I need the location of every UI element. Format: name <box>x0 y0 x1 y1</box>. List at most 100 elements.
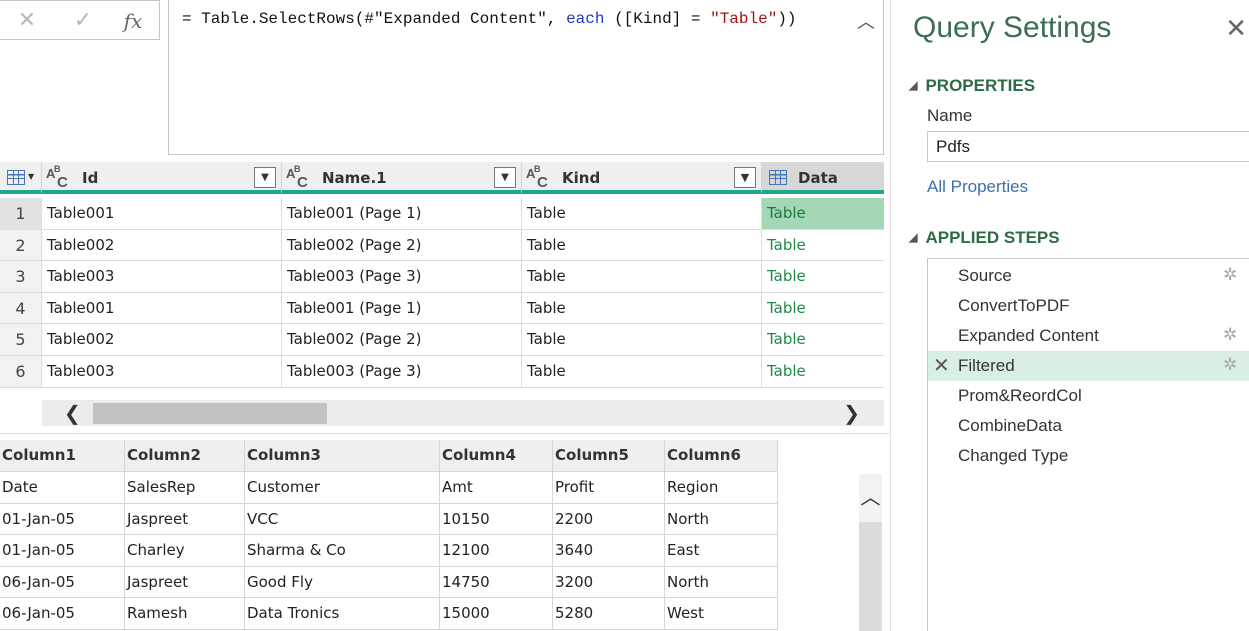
collapse-triangle-icon: ◢ <box>909 80 918 92</box>
preview-cell: VCC <box>245 503 440 536</box>
preview-cell: Profit <box>553 472 665 504</box>
query-name-input[interactable] <box>927 131 1249 162</box>
column-header-kind[interactable]: ABC Kind ▼ <box>522 162 762 194</box>
cell-data-link[interactable]: Table <box>762 293 884 325</box>
cell-name: Table003 (Page 3) <box>282 261 522 293</box>
table-row[interactable]: 4 Table001 Table001 (Page 1) Table Table <box>0 292 884 325</box>
row-number: 3 <box>0 261 42 293</box>
formula-editor[interactable]: = Table.SelectRows(#"Expanded Content", … <box>168 0 884 155</box>
row-number: 4 <box>0 292 42 325</box>
formula-mid: ([Kind] = <box>604 10 711 28</box>
row-number: 6 <box>0 356 42 388</box>
cell-kind: Table <box>522 229 762 262</box>
cell-id: Table001 <box>42 292 282 325</box>
check-icon[interactable]: ✓ <box>68 7 98 35</box>
gear-icon[interactable]: ✲ <box>1223 325 1237 345</box>
applied-step[interactable]: ✕ Filtered ✲ <box>928 351 1249 381</box>
cell-data-link[interactable]: Table <box>762 198 884 230</box>
fx-icon[interactable]: fx <box>118 7 148 35</box>
applied-step[interactable]: ConvertToPDF <box>928 291 1249 321</box>
gear-icon[interactable]: ✲ <box>1223 265 1237 285</box>
preview-cell: 01-Jan-05 <box>0 503 125 536</box>
chevron-up-icon[interactable]: ︿ <box>857 8 875 34</box>
vertical-scrollbar[interactable]: ︿ <box>859 474 882 631</box>
preview-header-row: Column1 Column2 Column3 Column4 Column5 Colum… <box>0 440 778 472</box>
abc-text-icon: ABC <box>526 164 548 191</box>
applied-step[interactable]: Prom&ReordCol <box>928 381 1249 411</box>
cell-data-link[interactable]: Table <box>762 230 884 262</box>
applied-step[interactable]: Source ✲ <box>928 261 1249 291</box>
cell-name: Table001 (Page 1) <box>282 198 522 230</box>
formula-text[interactable]: = Table.SelectRows(#"Expanded Content", … <box>182 10 797 28</box>
applied-step[interactable]: Changed Type <box>928 441 1249 471</box>
formula-bar-buttons: ✕ ✓ fx <box>0 0 160 40</box>
chevron-left-icon[interactable]: ❮ <box>64 401 81 425</box>
divider <box>0 433 890 434</box>
x-icon[interactable]: ✕ <box>12 7 42 35</box>
query-settings-pane: Query Settings ✕ ◢ PROPERTIES Name All Pr… <box>890 0 1249 631</box>
preview-cell: North <box>665 503 778 536</box>
scrollbar-thumb[interactable] <box>93 403 327 424</box>
preview-cell: 12100 <box>440 535 553 567</box>
column-header-label: Data <box>798 169 838 187</box>
column-header-id[interactable]: ABC Id ▼ <box>42 162 282 194</box>
preview-cell: 06-Jan-05 <box>0 598 125 630</box>
table-row[interactable]: 6 Table003 Table003 (Page 3) Table Table <box>0 356 884 388</box>
column-header-label: Name.1 <box>322 169 387 187</box>
preview-header-cell: Column1 <box>0 440 125 472</box>
dropdown-icon[interactable]: ▼ <box>254 167 276 188</box>
step-label: Source <box>958 266 1012 285</box>
cell-id: Table001 <box>42 198 282 230</box>
cell-data-link[interactable]: Table <box>762 324 884 356</box>
column-header-name[interactable]: ABC Name.1 ▼ <box>282 162 522 194</box>
chevron-down-icon: ▼ <box>28 172 35 181</box>
preview-cell: North <box>665 566 778 599</box>
cell-data-link[interactable]: Table <box>762 356 884 388</box>
preview-cell: Jaspreet <box>125 566 245 599</box>
preview-cell: SalesRep <box>125 472 245 504</box>
preview-cell: Amt <box>440 472 553 504</box>
formula-suffix: )) <box>777 10 797 28</box>
cell-name: Table003 (Page 3) <box>282 356 522 388</box>
cell-data-link[interactable]: Table <box>762 261 884 293</box>
preview-row: 06-Jan-05 Jaspreet Good Fly 14750 3200 North <box>0 566 778 599</box>
delete-step-icon[interactable]: ✕ <box>933 353 950 378</box>
cell-id: Table003 <box>42 261 282 293</box>
row-number: 2 <box>0 229 42 262</box>
row-number: 1 <box>0 198 42 230</box>
preview-cell: Jaspreet <box>125 503 245 536</box>
table-row[interactable]: 1 Table001 Table001 (Page 1) Table Table <box>0 198 884 230</box>
all-properties-link[interactable]: All Properties <box>927 177 1028 197</box>
cell-kind: Table <box>522 324 762 356</box>
applied-steps-heading: APPLIED STEPS <box>925 228 1060 247</box>
preview-cell: West <box>665 598 778 630</box>
horizontal-scrollbar[interactable]: ❮ ❯ <box>42 400 884 426</box>
step-label: CombineData <box>958 416 1062 435</box>
preview-row: Date SalesRep Customer Amt Profit Region <box>0 472 778 504</box>
applied-step[interactable]: Expanded Content ✲ <box>928 321 1249 351</box>
cell-id: Table002 <box>42 229 282 262</box>
filter-active-icon[interactable]: ▼ <box>734 167 756 188</box>
column-header-label: Kind <box>562 169 601 187</box>
gear-icon[interactable]: ✲ <box>1223 355 1237 375</box>
close-icon[interactable]: ✕ <box>1225 14 1247 44</box>
cell-kind: Table <box>522 261 762 293</box>
table-row[interactable]: 5 Table002 Table002 (Page 2) Table Table <box>0 324 884 356</box>
preview-header-cell: Column4 <box>440 440 553 472</box>
table-menu-button[interactable]: ▼ <box>0 162 42 194</box>
column-header-data[interactable]: Data <box>762 162 884 194</box>
preview-cell: Charley <box>125 535 245 567</box>
chevron-right-icon[interactable]: ❯ <box>843 401 860 425</box>
dropdown-icon[interactable]: ▼ <box>494 167 516 188</box>
table-icon <box>7 170 25 185</box>
preview-header-cell: Column6 <box>665 440 778 472</box>
applied-steps-section-header[interactable]: ◢ APPLIED STEPS <box>909 228 1060 248</box>
properties-section-header[interactable]: ◢ PROPERTIES <box>909 76 1035 96</box>
chevron-up-icon[interactable]: ︿ <box>859 474 882 522</box>
preview-header-cell: Column3 <box>245 440 440 472</box>
table-row[interactable]: 3 Table003 Table003 (Page 3) Table Table <box>0 261 884 293</box>
applied-step[interactable]: CombineData <box>928 411 1249 441</box>
table-row[interactable]: 2 Table002 Table002 (Page 2) Table Table <box>0 229 884 262</box>
cell-kind: Table <box>522 356 762 388</box>
step-label: Changed Type <box>958 446 1069 465</box>
